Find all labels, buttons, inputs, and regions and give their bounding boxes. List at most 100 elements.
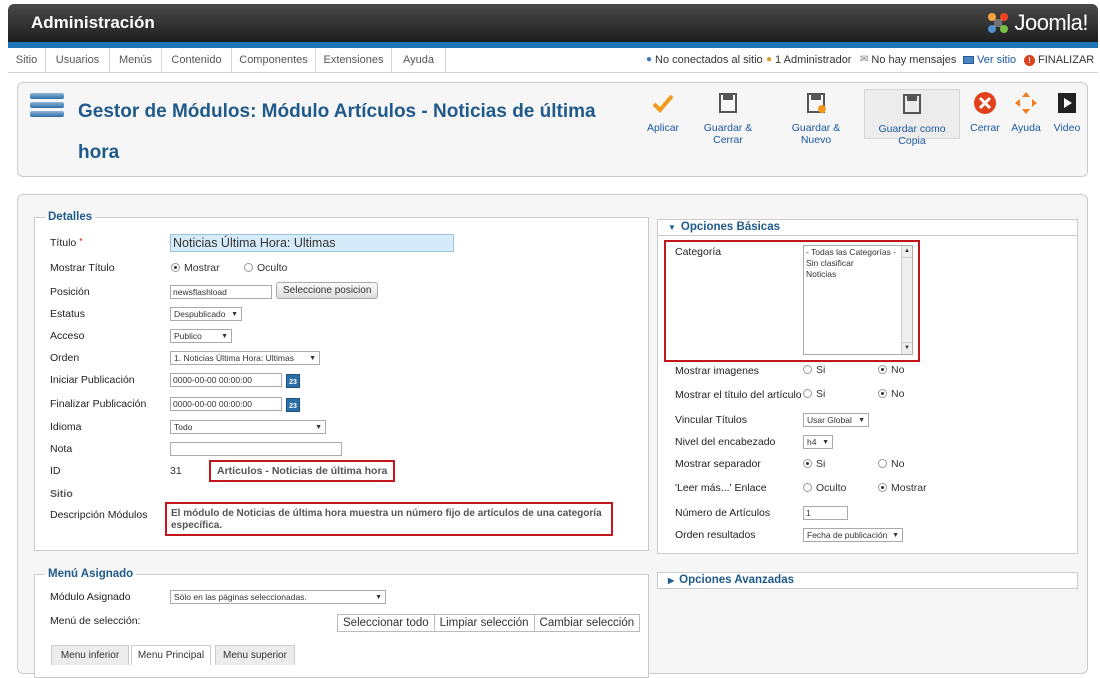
start-publish-input[interactable]: 0000-00-00 00:00:00 — [170, 373, 282, 387]
mail-icon: ✉ — [860, 54, 869, 65]
details-legend: Detalles — [48, 211, 93, 223]
results-order-select[interactable]: Fecha de publicación ▼ — [803, 528, 903, 542]
show-title-option-show[interactable]: Mostrar — [171, 262, 220, 274]
calendar-icon[interactable]: 23 — [286, 398, 300, 412]
radio-button[interactable] — [803, 459, 812, 468]
category-option[interactable]: Sin clasificar — [806, 258, 910, 269]
article-count-input[interactable]: 1 — [803, 506, 848, 520]
tab-menu-principal[interactable]: Menu Principal — [131, 645, 211, 665]
show-title-label: Mostrar Título — [50, 262, 115, 274]
module-assignment-select[interactable]: Sólo en las páginas seleccionadas. ▼ — [170, 590, 386, 604]
show-article-title-no[interactable]: No — [878, 388, 904, 400]
menu-sitio[interactable]: Sitio — [8, 48, 46, 72]
calendar-icon[interactable]: 23 — [286, 374, 300, 388]
save-close-button[interactable]: Guardar & Cerrar — [688, 91, 768, 146]
menu-assignment-legend: Menú Asignado — [48, 568, 134, 580]
show-separator-label: Mostrar separador — [675, 458, 761, 470]
category-scrollbar[interactable]: ▲ ▼ — [901, 246, 912, 354]
category-multiselect[interactable]: - Todas las Categorías - Sin clasificar … — [803, 245, 913, 355]
id-value: 31 — [170, 465, 182, 477]
show-images-yes[interactable]: Si — [803, 364, 825, 376]
joomla-logo-icon — [988, 13, 1009, 33]
joomla-logo-text: Joomla! — [1014, 10, 1088, 35]
category-option[interactable]: Noticias — [806, 269, 910, 280]
radio-button[interactable] — [803, 365, 812, 374]
module-type: Artículos - Noticias de última hora — [217, 465, 388, 477]
dropdown-arrow-icon: ▼ — [892, 532, 899, 539]
check-icon — [652, 94, 674, 113]
save-new-button[interactable]: Guardar & Nuevo — [776, 91, 856, 146]
save-copy-button[interactable]: Guardar como Copia — [864, 89, 960, 147]
dropdown-arrow-icon: ▼ — [375, 594, 382, 601]
admin-header: Administración Joomla! — [8, 4, 1098, 42]
readmore-show[interactable]: Mostrar — [878, 482, 927, 494]
category-option[interactable]: - Todas las Categorías - — [806, 247, 910, 258]
view-site-link[interactable]: Ver sitio — [963, 48, 1016, 72]
select-position-button[interactable]: Seleccione posicion — [276, 282, 379, 299]
admin-title: Administración — [31, 13, 155, 32]
heading-level-select[interactable]: h4 ▼ — [803, 435, 833, 449]
page-title: Gestor de Módulos: Módulo Artículos - No… — [78, 101, 596, 163]
category-label: Categoría — [675, 246, 722, 258]
radio-button[interactable] — [803, 483, 812, 492]
readmore-hide[interactable]: Oculto — [803, 482, 846, 494]
status-offline: ● No conectados al sitio — [646, 48, 763, 72]
order-label: Orden — [50, 352, 80, 364]
radio-button[interactable] — [878, 459, 887, 468]
select-all-button[interactable]: Seleccionar todo — [337, 614, 435, 632]
link-titles-select[interactable]: Usar Global ▼ — [803, 413, 869, 427]
radio-button[interactable] — [244, 263, 253, 272]
position-input[interactable]: newsflashload — [170, 285, 272, 299]
menu-componentes[interactable]: Componentes — [232, 48, 316, 72]
language-select[interactable]: Todo ▼ — [170, 420, 326, 434]
help-button[interactable]: Ayuda — [1008, 91, 1044, 134]
note-input[interactable] — [170, 442, 342, 456]
required-mark: * — [79, 237, 83, 246]
menu-menus[interactable]: Menús — [110, 48, 162, 72]
heading-level-label: Nivel del encabezado — [675, 436, 776, 448]
menu-extensiones[interactable]: Extensiones — [316, 48, 392, 72]
radio-button[interactable] — [878, 365, 887, 374]
module-manager-icon — [30, 93, 64, 125]
joomla-logo[interactable]: Joomla! — [986, 9, 1088, 37]
tab-menu-inferior[interactable]: Menu inferior — [51, 645, 129, 665]
toolbar-panel: Gestor de Módulos: Módulo Artículos - No… — [17, 82, 1088, 177]
radio-button[interactable] — [878, 389, 887, 398]
clear-selection-button[interactable]: Limpiar selección — [434, 614, 535, 632]
apply-button[interactable]: Aplicar — [644, 91, 682, 134]
title-input[interactable]: Noticias Última Hora: Ultimas — [170, 234, 454, 252]
readmore-label: 'Leer más...' Enlace — [675, 482, 767, 494]
show-separator-no[interactable]: No — [878, 458, 904, 470]
advanced-options-header[interactable]: ▶ Opciones Avanzadas — [657, 572, 1078, 589]
menu-contenido[interactable]: Contenido — [162, 48, 232, 72]
logout-icon: ! — [1024, 54, 1035, 66]
order-select[interactable]: 1. Noticias Última Hora: Ultimas ▼ — [170, 351, 320, 365]
radio-button[interactable] — [803, 389, 812, 398]
main-menu-bar: Sitio Usuarios Menús Contenido Component… — [8, 48, 1098, 73]
show-separator-yes[interactable]: Si — [803, 458, 825, 470]
scroll-down-icon[interactable]: ▼ — [902, 342, 912, 354]
show-title-option-hide[interactable]: Oculto — [244, 262, 287, 274]
status-messages[interactable]: ✉ No hay mensajes — [860, 48, 956, 72]
access-select[interactable]: Publico ▼ — [170, 329, 232, 343]
help-icon — [1015, 92, 1037, 114]
scroll-up-icon[interactable]: ▲ — [902, 246, 912, 258]
access-label: Acceso — [50, 330, 85, 342]
toggle-selection-button[interactable]: Cambiar selección — [534, 614, 641, 632]
close-button[interactable]: Cerrar — [968, 91, 1002, 134]
radio-button[interactable] — [878, 483, 887, 492]
module-description: El módulo de Noticias de última hora mue… — [171, 508, 602, 531]
show-article-title-yes[interactable]: Si — [803, 388, 825, 400]
show-images-no[interactable]: No — [878, 364, 904, 376]
tab-menu-superior[interactable]: Menu superior — [215, 645, 295, 665]
radio-button[interactable] — [171, 263, 180, 272]
menu-usuarios[interactable]: Usuarios — [46, 48, 110, 72]
basic-options-header[interactable]: ▼ Opciones Básicas — [657, 219, 1078, 236]
end-publish-input[interactable]: 0000-00-00 00:00:00 — [170, 397, 282, 411]
dropdown-arrow-icon: ▼ — [221, 333, 228, 340]
site-label: Sitio — [50, 488, 73, 500]
video-button[interactable]: Video — [1050, 91, 1084, 134]
status-select[interactable]: Despublicado ▼ — [170, 307, 242, 321]
menu-ayuda[interactable]: Ayuda — [392, 48, 446, 72]
logout-link[interactable]: ! FINALIZAR — [1024, 48, 1094, 72]
